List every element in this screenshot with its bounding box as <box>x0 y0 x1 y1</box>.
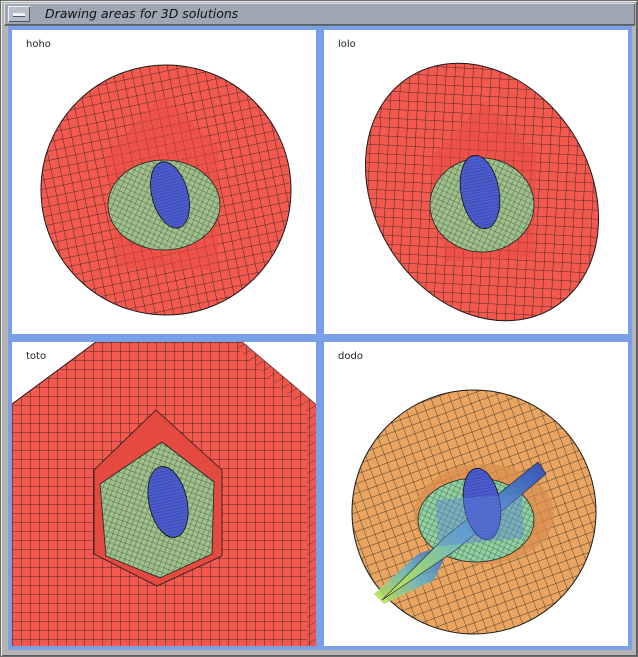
drawing-area-dodo[interactable]: dodo <box>322 340 630 648</box>
drawing-grid: hoho lolo toto dodo <box>8 26 632 650</box>
window-menu-button[interactable] <box>8 6 30 22</box>
app-window: Drawing areas for 3D solutions hoho lolo… <box>0 0 638 657</box>
pane-label: hoho <box>26 39 51 50</box>
title-bar[interactable]: Drawing areas for 3D solutions <box>4 3 635 26</box>
pane-label: dodo <box>338 351 363 362</box>
drawing-area-lolo[interactable]: lolo <box>322 28 630 336</box>
drawing-area-toto[interactable]: toto <box>10 340 318 648</box>
ellipsoid-render <box>364 62 600 322</box>
pane-label: lolo <box>338 39 356 50</box>
pane-label: toto <box>26 351 47 362</box>
cube-render <box>12 342 316 646</box>
window-menu-icon <box>13 13 25 16</box>
sphere-render <box>40 64 292 316</box>
cross-section-render <box>351 389 597 635</box>
window-title: Drawing areas for 3D solutions <box>45 6 239 21</box>
drawing-area-hoho[interactable]: hoho <box>10 28 318 336</box>
